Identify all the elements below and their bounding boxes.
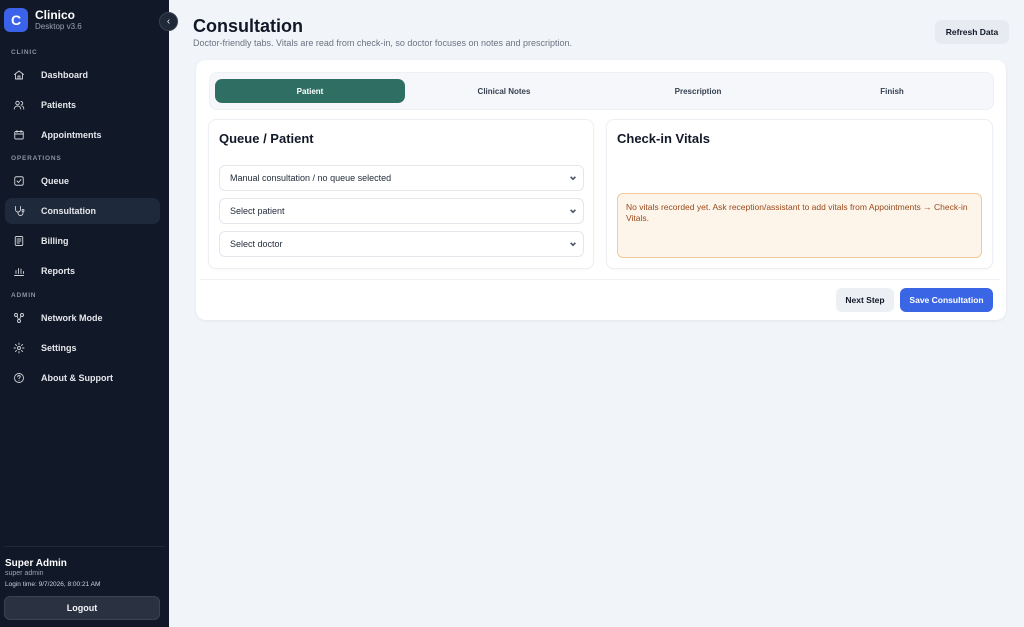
card-divider — [200, 279, 1000, 280]
receipt-icon — [12, 234, 26, 248]
bar-chart-icon — [12, 264, 26, 278]
sidebar-item-label: Patients — [41, 100, 77, 110]
brand-version: Desktop v3.6 — [35, 21, 82, 31]
page-title: Consultation — [193, 16, 303, 36]
doctor-select-value: Select doctor — [230, 239, 283, 249]
sidebar-item-network-mode[interactable]: Network Mode — [5, 305, 160, 331]
chevron-down-icon — [569, 174, 577, 182]
patient-select-value: Select patient — [230, 206, 285, 216]
sidebar-item-about-support[interactable]: About & Support — [5, 365, 160, 391]
sidebar-item-dashboard[interactable]: Dashboard — [5, 62, 160, 88]
next-step-button[interactable]: Next Step — [836, 288, 894, 312]
sidebar-item-label: Reports — [41, 266, 76, 276]
refresh-data-button[interactable]: Refresh Data — [935, 20, 1009, 44]
no-vitals-warning: No vitals recorded yet. Ask reception/as… — [617, 193, 982, 258]
sidebar-divider — [4, 546, 165, 547]
chevron-down-icon — [569, 207, 577, 215]
sidebar-item-label: Settings — [41, 343, 77, 353]
sidebar-item-patients[interactable]: Patients — [5, 92, 160, 118]
chevron-down-icon — [569, 240, 577, 248]
login-time: Login time: 9/7/2026, 8:00:21 AM — [5, 581, 101, 588]
user-role: super admin — [5, 570, 44, 577]
sidebar-item-consultation[interactable]: Consultation — [5, 198, 160, 224]
sidebar-item-label: Consultation — [41, 206, 96, 216]
sidebar-item-appointments[interactable]: Appointments — [5, 122, 160, 148]
brand-name: Clinico — [35, 7, 76, 22]
queue-patient-title: Queue / Patient — [219, 131, 314, 146]
brand[interactable]: C Clinico Desktop v3.6 — [4, 8, 82, 32]
tab-prescription[interactable]: Prescription — [603, 79, 793, 103]
tab-finish[interactable]: Finish — [797, 79, 987, 103]
sidebar-item-settings[interactable]: Settings — [5, 335, 160, 361]
brand-logo: C — [4, 8, 28, 32]
collapse-sidebar-button[interactable]: ‹ — [159, 12, 178, 31]
gear-icon — [12, 341, 26, 355]
queue-select[interactable]: Manual consultation / no queue selected — [219, 165, 584, 191]
sidebar-item-label: Network Mode — [41, 313, 103, 323]
doctor-select[interactable]: Select doctor — [219, 231, 584, 257]
sidebar-item-label: Appointments — [41, 130, 102, 140]
calendar-icon — [12, 128, 26, 142]
sidebar-item-billing[interactable]: Billing — [5, 228, 160, 254]
sidebar-item-label: Queue — [41, 176, 70, 186]
section-label-operations: OPERATIONS — [11, 155, 62, 162]
page-subtitle: Doctor-friendly tabs. Vitals are read fr… — [193, 38, 573, 48]
network-icon — [12, 311, 26, 325]
sidebar-item-label: About & Support — [41, 373, 113, 383]
user-name: Super Admin — [5, 558, 67, 569]
section-label-admin: ADMIN — [11, 292, 37, 299]
stethoscope-icon — [12, 204, 26, 218]
sidebar-item-label: Billing — [41, 236, 69, 246]
consultation-tabs: Patient Clinical Notes Prescription Fini… — [209, 72, 994, 110]
checkbox-icon — [12, 174, 26, 188]
section-label-clinic: CLINIC — [11, 49, 38, 56]
sidebar: C Clinico Desktop v3.6 CLINIC Dashboard … — [0, 0, 169, 627]
check-in-vitals-title: Check-in Vitals — [617, 131, 710, 146]
sidebar-item-label: Dashboard — [41, 70, 89, 80]
sidebar-item-reports[interactable]: Reports — [5, 258, 160, 284]
sidebar-item-queue[interactable]: Queue — [5, 168, 160, 194]
home-icon — [12, 68, 26, 82]
users-icon — [12, 98, 26, 112]
help-circle-icon — [12, 371, 26, 385]
tab-patient[interactable]: Patient — [215, 79, 405, 103]
queue-select-value: Manual consultation / no queue selected — [230, 173, 392, 183]
patient-select[interactable]: Select patient — [219, 198, 584, 224]
logout-button[interactable]: Logout — [4, 596, 160, 620]
tab-clinical-notes[interactable]: Clinical Notes — [409, 79, 599, 103]
save-consultation-button[interactable]: Save Consultation — [900, 288, 993, 312]
